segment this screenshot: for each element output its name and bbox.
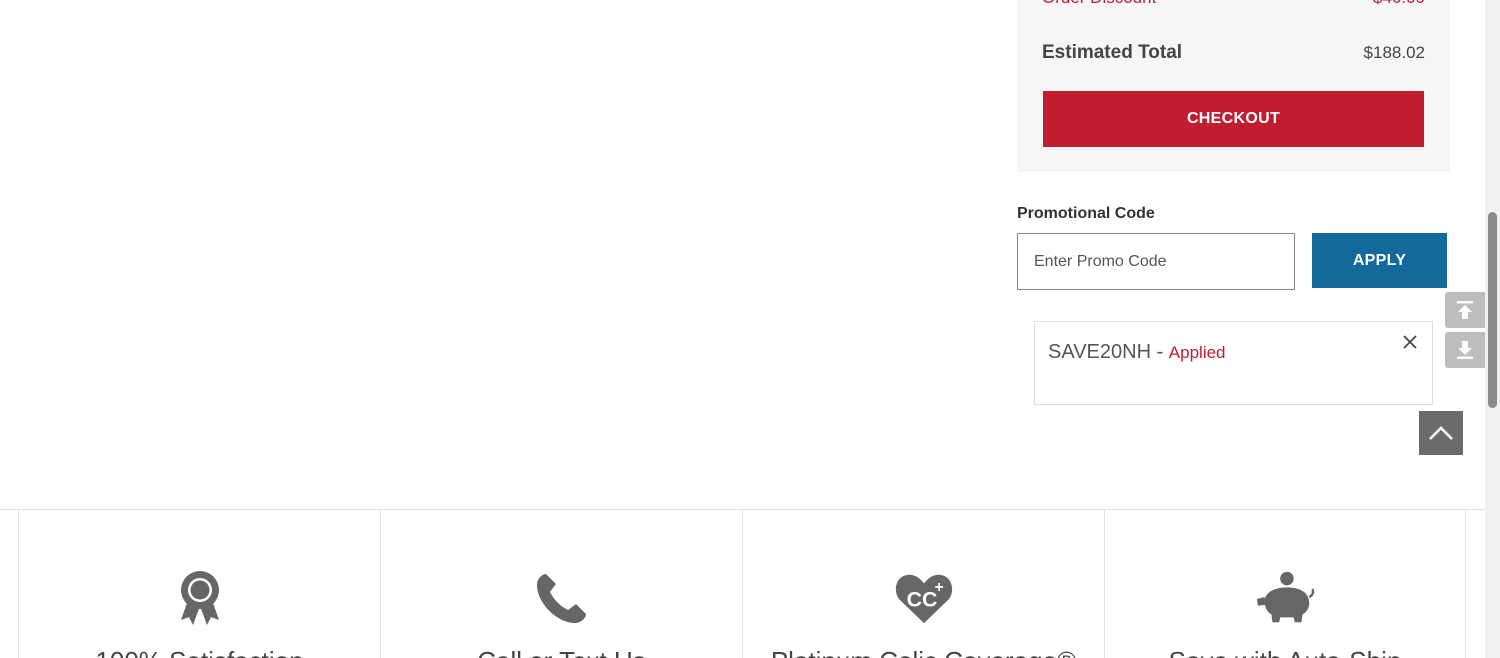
apply-promo-button[interactable]: APPLY bbox=[1312, 233, 1447, 288]
applied-promo-status: Applied bbox=[1168, 343, 1226, 362]
feature-satisfaction[interactable]: 100% Satisfaction bbox=[18, 510, 380, 658]
phone-icon bbox=[532, 568, 592, 628]
arrow-up-bar-icon bbox=[1457, 301, 1473, 319]
features-strip: 100% Satisfaction Call or Text Us CC + P… bbox=[0, 509, 1485, 658]
feature-title: Save with Auto-Ship bbox=[1105, 646, 1465, 658]
applied-promo-code: SAVE20NH bbox=[1048, 341, 1152, 363]
remove-promo-close-icon[interactable] bbox=[1400, 332, 1420, 352]
estimated-total-label: Estimated Total bbox=[1042, 42, 1183, 63]
chevron-up-icon bbox=[1429, 426, 1453, 440]
order-discount-row: Order Discount -$46.00 bbox=[1042, 0, 1425, 8]
svg-text:+: + bbox=[934, 579, 943, 596]
applied-promo-card: SAVE20NH - Applied bbox=[1034, 321, 1433, 405]
page-scrollbar[interactable] bbox=[1485, 0, 1500, 658]
scrollbar-thumb[interactable] bbox=[1488, 212, 1497, 408]
estimated-total-row: Estimated Total $188.02 bbox=[1042, 42, 1425, 64]
promo-code-input[interactable] bbox=[1017, 233, 1295, 290]
scroll-to-top-side-button[interactable] bbox=[1445, 292, 1485, 328]
order-discount-label: Order Discount bbox=[1042, 0, 1156, 8]
applied-promo-separator: - bbox=[1151, 341, 1169, 363]
order-summary: Order Discount -$46.00 Estimated Total $… bbox=[1017, 0, 1450, 172]
estimated-total-value: $188.02 bbox=[1363, 43, 1425, 62]
arrow-down-bar-icon bbox=[1457, 341, 1473, 359]
svg-text:CC: CC bbox=[906, 588, 937, 612]
feature-colic-coverage[interactable]: CC + Platinum Colic Coverage® bbox=[742, 510, 1104, 658]
feature-title: 100% Satisfaction bbox=[19, 646, 380, 658]
back-to-top-button[interactable] bbox=[1419, 411, 1463, 455]
applied-promo-text: SAVE20NH - Applied bbox=[1048, 341, 1226, 364]
order-discount-value: -$46.00 bbox=[1367, 0, 1425, 8]
promo-code-label: Promotional Code bbox=[1017, 205, 1155, 222]
feature-title: Call or Text Us bbox=[381, 646, 742, 658]
checkout-button[interactable]: CHECKOUT bbox=[1043, 91, 1424, 147]
feature-call-text[interactable]: Call or Text Us bbox=[380, 510, 742, 658]
award-ribbon-icon bbox=[170, 568, 230, 628]
feature-title: Platinum Colic Coverage® bbox=[743, 646, 1104, 658]
feature-auto-ship[interactable]: Save with Auto-Ship bbox=[1104, 510, 1466, 658]
scroll-to-bottom-side-button[interactable] bbox=[1445, 332, 1485, 368]
heart-cc-plus-icon: CC + bbox=[894, 568, 954, 628]
piggy-bank-icon bbox=[1255, 568, 1315, 628]
